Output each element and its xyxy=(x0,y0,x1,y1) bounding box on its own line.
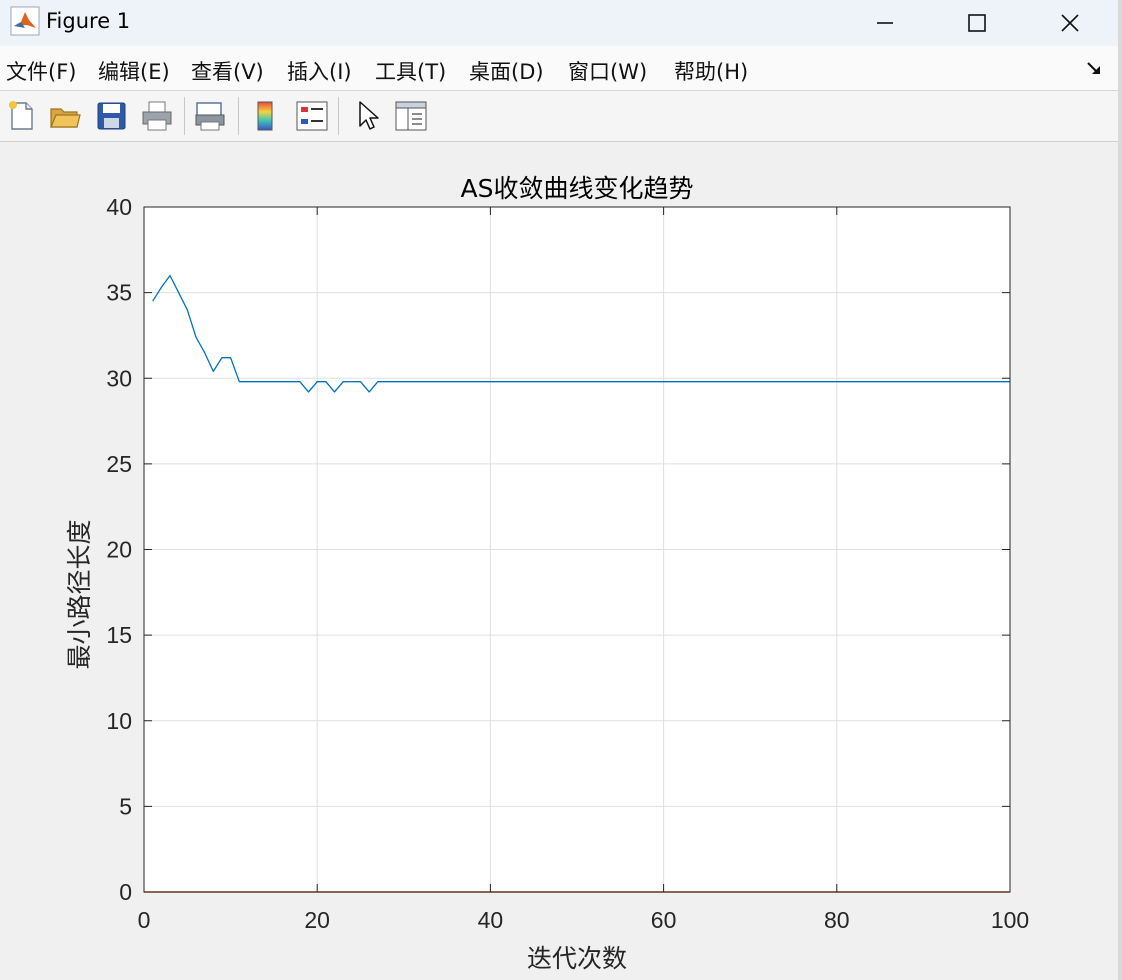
print-icon[interactable] xyxy=(140,99,174,133)
matlab-logo-icon xyxy=(10,6,40,36)
figure-canvas: 0 20 40 60 80 100 0 5 10 15 20 25 30 35 40 AS收敛曲线变化趋势 迭代… xyxy=(0,142,1118,980)
menu-bar: 文件(F) 编辑(E) 查看(V) 插入(I) 工具(T) 桌面(D) 窗口(W… xyxy=(0,46,1118,91)
y-tick-label: 25 xyxy=(106,451,132,477)
y-tick-label: 15 xyxy=(106,622,132,648)
chart-svg[interactable]: 0 20 40 60 80 100 0 5 10 15 20 25 30 35 40 AS收敛曲线变化趋势迭代… xyxy=(0,142,1118,980)
colorbar-icon[interactable] xyxy=(249,99,283,133)
y-tick-label: 10 xyxy=(106,708,132,734)
property-inspector-icon[interactable] xyxy=(394,99,428,133)
menu-help[interactable]: 帮助(H) xyxy=(674,56,748,86)
menu-window[interactable]: 窗口(W) xyxy=(568,56,647,86)
menu-file[interactable]: 文件(F) xyxy=(6,56,76,86)
title-bar: Figure 1 xyxy=(0,0,1122,46)
toolbar-separator xyxy=(184,97,185,135)
y-axis-label: 最小路径长度 xyxy=(65,519,94,669)
toolbar-separator xyxy=(338,97,339,135)
menu-tools[interactable]: 工具(T) xyxy=(375,56,446,86)
maximize-icon xyxy=(968,14,986,32)
maximize-button[interactable] xyxy=(942,0,1012,46)
x-tick-label: 80 xyxy=(824,907,850,933)
y-tick-label: 5 xyxy=(119,793,132,819)
menu-view[interactable]: 查看(V) xyxy=(191,56,264,86)
x-tick-label: 100 xyxy=(991,907,1029,933)
y-tick-label: 0 xyxy=(119,879,132,905)
x-tick-label: 20 xyxy=(304,907,330,933)
menu-edit[interactable]: 编辑(E) xyxy=(98,56,170,86)
minimize-button[interactable] xyxy=(850,0,920,46)
minimize-icon xyxy=(877,22,893,24)
save-icon[interactable] xyxy=(95,99,129,133)
menu-desktop[interactable]: 桌面(D) xyxy=(469,56,544,86)
figure-toolbar xyxy=(0,91,1118,142)
legend-icon[interactable] xyxy=(295,99,329,133)
y-tick-label: 30 xyxy=(106,365,132,391)
open-file-icon[interactable] xyxy=(48,99,82,133)
grid-lines xyxy=(144,207,1010,892)
window-title: Figure 1 xyxy=(46,9,131,33)
y-tick-label: 20 xyxy=(106,537,132,563)
dock-figure-icon[interactable] xyxy=(1084,58,1104,78)
x-tick-label: 0 xyxy=(138,907,151,933)
toolbar-separator xyxy=(238,97,239,135)
window-border xyxy=(1118,0,1122,980)
y-tick-label: 40 xyxy=(106,194,132,220)
close-icon xyxy=(1061,14,1079,32)
close-button[interactable] xyxy=(1035,0,1105,46)
pointer-icon[interactable] xyxy=(351,99,385,133)
x-tick-label: 60 xyxy=(651,907,677,933)
x-axis-label: 迭代次数 xyxy=(527,944,627,973)
print-preview-icon[interactable] xyxy=(193,99,227,133)
new-figure-icon[interactable] xyxy=(4,99,38,133)
menu-insert[interactable]: 插入(I) xyxy=(287,56,352,86)
chart-title: AS收敛曲线变化趋势 xyxy=(461,174,694,203)
y-tick-label: 35 xyxy=(106,280,132,306)
x-tick-label: 40 xyxy=(478,907,504,933)
